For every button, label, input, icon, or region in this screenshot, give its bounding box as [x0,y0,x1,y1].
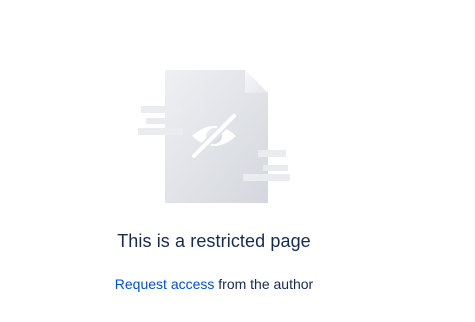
hidden-eye-document-icon [138,70,290,203]
page-title: This is a restricted page [117,231,311,251]
request-access-suffix: from the author [214,276,314,292]
restricted-document-illustration [138,68,293,208]
request-access-link[interactable]: Request access [115,276,215,292]
access-message: Request access from the author [0,275,428,293]
